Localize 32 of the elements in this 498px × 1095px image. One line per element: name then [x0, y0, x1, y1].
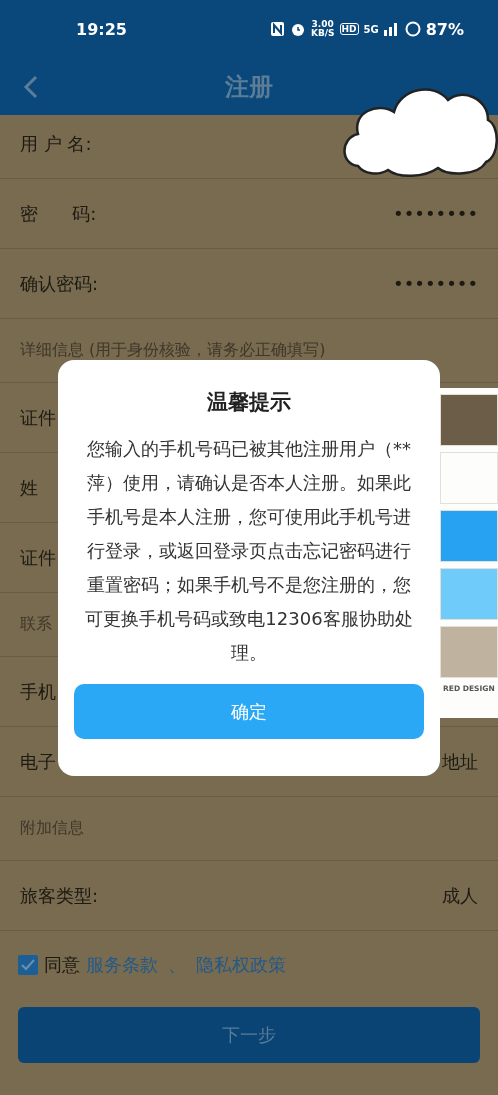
section-heading: 联系: [20, 614, 52, 635]
network-speed: 3.00 KB/S: [310, 20, 335, 38]
battery-icon: [404, 21, 421, 37]
field-label: 证件: [20, 405, 56, 430]
alarm-icon: [289, 21, 306, 37]
field-label: 密 码:: [20, 201, 97, 226]
battery-percent: 87%: [425, 19, 464, 39]
agree-text: 同意: [44, 953, 80, 977]
clock-time: 19:25: [76, 19, 127, 39]
network-type: 5G: [363, 23, 379, 35]
dialog-message: 您输入的手机号码已被其他注册用户（**萍）使用，请确认是否本人注册。如果此手机号是本人注册，您可使用此手机号进行登录，或返回登录页点击忘记密码进行重置密码；如果手机号不是您注册的，您可更换手机号码或致电12306客服协助处理。: [84, 437, 414, 665]
back-icon[interactable]: [22, 74, 40, 100]
agree-checkbox[interactable]: [18, 955, 38, 975]
field-label: 手机: [20, 679, 56, 704]
signal-icon: [383, 22, 400, 36]
field-value[interactable]: 地址: [442, 749, 478, 774]
confirm-button[interactable]: 确定: [74, 684, 424, 739]
field-value[interactable]: ••••••••: [393, 273, 478, 294]
separator-text: 、: [168, 953, 186, 977]
hd-badge: HD: [339, 23, 359, 35]
page-title: 注册: [225, 71, 273, 103]
field-label: 旅客类型:: [20, 883, 99, 908]
field-value[interactable]: 成人: [442, 883, 478, 908]
next-button[interactable]: 下一步: [18, 1007, 480, 1063]
field-label: 证件: [20, 545, 56, 570]
dialog-title: 温馨提示: [207, 389, 291, 416]
field-label: 用 户 名:: [20, 131, 92, 156]
field-label: 确认密码:: [20, 271, 99, 296]
field-label: 姓: [20, 475, 38, 500]
field-value[interactable]: ••••••••: [393, 203, 478, 224]
nfc-icon: [269, 21, 285, 37]
field-label: 电子: [20, 749, 56, 774]
